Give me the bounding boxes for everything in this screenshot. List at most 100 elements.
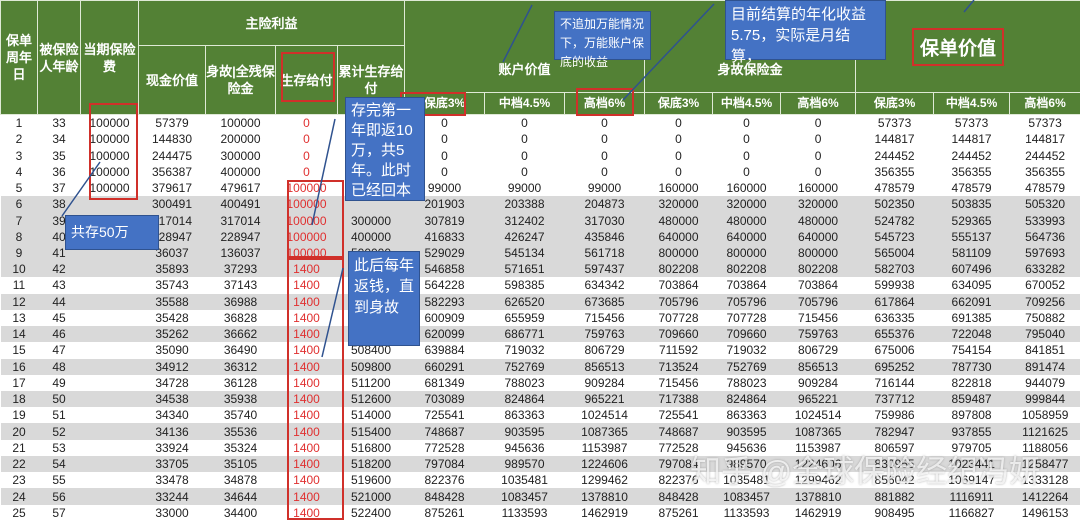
cell-survival-benefit: 0 (276, 131, 338, 147)
header-rate-8: 高档6% (1010, 93, 1080, 115)
cell-age: 43 (38, 277, 81, 293)
cell-account-6: 0 (565, 131, 645, 147)
cell-death-3: 703864 (645, 277, 713, 293)
cell-premium (81, 423, 139, 439)
cell-death-6: 802208 (781, 261, 856, 277)
cell-cum-survival: 518200 (338, 456, 405, 472)
cell-policy-3: 478579 (856, 180, 934, 196)
table-row: 1850345383593814005126007030898248649652… (1, 391, 1080, 407)
cell-policy-6: 356355 (1010, 164, 1080, 180)
cell-death-4-5: 0 (713, 131, 781, 147)
table-row: 4361000003563874000000000000356355356355… (1, 164, 1080, 180)
cell-cash-value: 35090 (139, 342, 206, 358)
header-main-benefit: 主险利益 (139, 1, 405, 46)
cell-policy-3: 57373 (856, 115, 934, 132)
cell-death-4-5: 0 (713, 115, 781, 132)
cell-account-6: 0 (565, 164, 645, 180)
cell-account-4-5: 312402 (485, 212, 565, 228)
cell-account-4-5: 0 (485, 147, 565, 163)
cell-death-benefit: 36662 (206, 326, 276, 342)
cell-death-4-5: 640000 (713, 229, 781, 245)
cell-cash-value: 33924 (139, 440, 206, 456)
cell-year: 2 (1, 131, 38, 147)
cell-cash-value: 34538 (139, 391, 206, 407)
table-row: 7392170143170141000003000003078193124023… (1, 212, 1080, 228)
cell-account-6: 1462919 (565, 505, 645, 521)
cell-death-benefit: 100000 (206, 115, 276, 132)
cell-policy-6: 944079 (1010, 375, 1080, 391)
cell-age: 47 (38, 342, 81, 358)
cell-account-6: 1087365 (565, 423, 645, 439)
cell-cum-survival: 515400 (338, 423, 405, 439)
cell-premium (81, 261, 139, 277)
cell-policy-4-5: 555137 (934, 229, 1010, 245)
cell-death-3: 0 (645, 115, 713, 132)
cell-year: 17 (1, 375, 38, 391)
cell-premium (81, 472, 139, 488)
cell-age: 33 (38, 115, 81, 132)
cell-age: 46 (38, 326, 81, 342)
cell-policy-4-5: 722048 (934, 326, 1010, 342)
cell-death-3: 802208 (645, 261, 713, 277)
cell-death-6: 320000 (781, 196, 856, 212)
cell-policy-4-5: 244452 (934, 147, 1010, 163)
cell-year: 24 (1, 488, 38, 504)
cell-death-3: 0 (645, 147, 713, 163)
cell-cash-value: 34340 (139, 407, 206, 423)
cell-death-6: 715456 (781, 310, 856, 326)
cell-cum-survival: 511200 (338, 375, 405, 391)
highlight-survival-rows-10-25 (287, 258, 344, 520)
cell-death-6: 0 (781, 147, 856, 163)
cell-policy-6: 1496153 (1010, 505, 1080, 521)
cell-death-3: 748687 (645, 423, 713, 439)
cell-account-4-5: 626520 (485, 294, 565, 310)
cell-account-4-5: 1035481 (485, 472, 565, 488)
cell-account-4-5: 945636 (485, 440, 565, 456)
cell-premium (81, 342, 139, 358)
cell-policy-6: 670052 (1010, 277, 1080, 293)
cell-survival-benefit: 0 (276, 115, 338, 132)
cell-death-benefit: 36988 (206, 294, 276, 310)
cell-policy-4-5: 581109 (934, 245, 1010, 261)
cell-account-4-5: 598385 (485, 277, 565, 293)
highlight-survival-header (281, 52, 335, 102)
cell-death-6: 806729 (781, 342, 856, 358)
cell-policy-3: 636335 (856, 310, 934, 326)
cell-policy-3: 737712 (856, 391, 934, 407)
cell-death-6: 0 (781, 115, 856, 132)
cell-death-4-5: 719032 (713, 342, 781, 358)
header-age: 被保险人年龄 (38, 1, 81, 115)
cell-year: 18 (1, 391, 38, 407)
cell-policy-6: 633282 (1010, 261, 1080, 277)
cell-cum-survival: 521000 (338, 488, 405, 504)
cell-policy-6: 244452 (1010, 147, 1080, 163)
cell-cash-value: 34136 (139, 423, 206, 439)
highlight-premium-rows (89, 103, 138, 200)
table-row: 1547350903649014005084006398847190328067… (1, 342, 1080, 358)
cell-death-benefit: 37143 (206, 277, 276, 293)
cell-cum-survival: 400000 (338, 229, 405, 245)
cell-account-4-5: 863363 (485, 407, 565, 423)
note-return-first-year: 存完第一年即返10万，共5年。此时已经回本 (345, 97, 425, 201)
cell-policy-4-5: 607496 (934, 261, 1010, 277)
cell-account-3: 797084 (405, 456, 485, 472)
cell-death-3: 725541 (645, 407, 713, 423)
cell-age: 44 (38, 294, 81, 310)
cell-policy-3: 502350 (856, 196, 934, 212)
cell-year: 15 (1, 342, 38, 358)
cell-death-4-5: 788023 (713, 375, 781, 391)
cell-death-4-5: 0 (713, 164, 781, 180)
cell-account-3: 748687 (405, 423, 485, 439)
cell-cum-survival: 514000 (338, 407, 405, 423)
cell-death-6: 909284 (781, 375, 856, 391)
cell-cash-value: 35893 (139, 261, 206, 277)
cell-policy-4-5: 529365 (934, 212, 1010, 228)
cell-death-benefit: 37293 (206, 261, 276, 277)
cell-year: 11 (1, 277, 38, 293)
cell-death-benefit: 35740 (206, 407, 276, 423)
header-rate-4: 中档4.5% (713, 93, 781, 115)
cell-death-benefit: 35938 (206, 391, 276, 407)
cell-cash-value: 35428 (139, 310, 206, 326)
header-premium: 当期保险费 (81, 1, 139, 115)
cell-account-6: 597437 (565, 261, 645, 277)
